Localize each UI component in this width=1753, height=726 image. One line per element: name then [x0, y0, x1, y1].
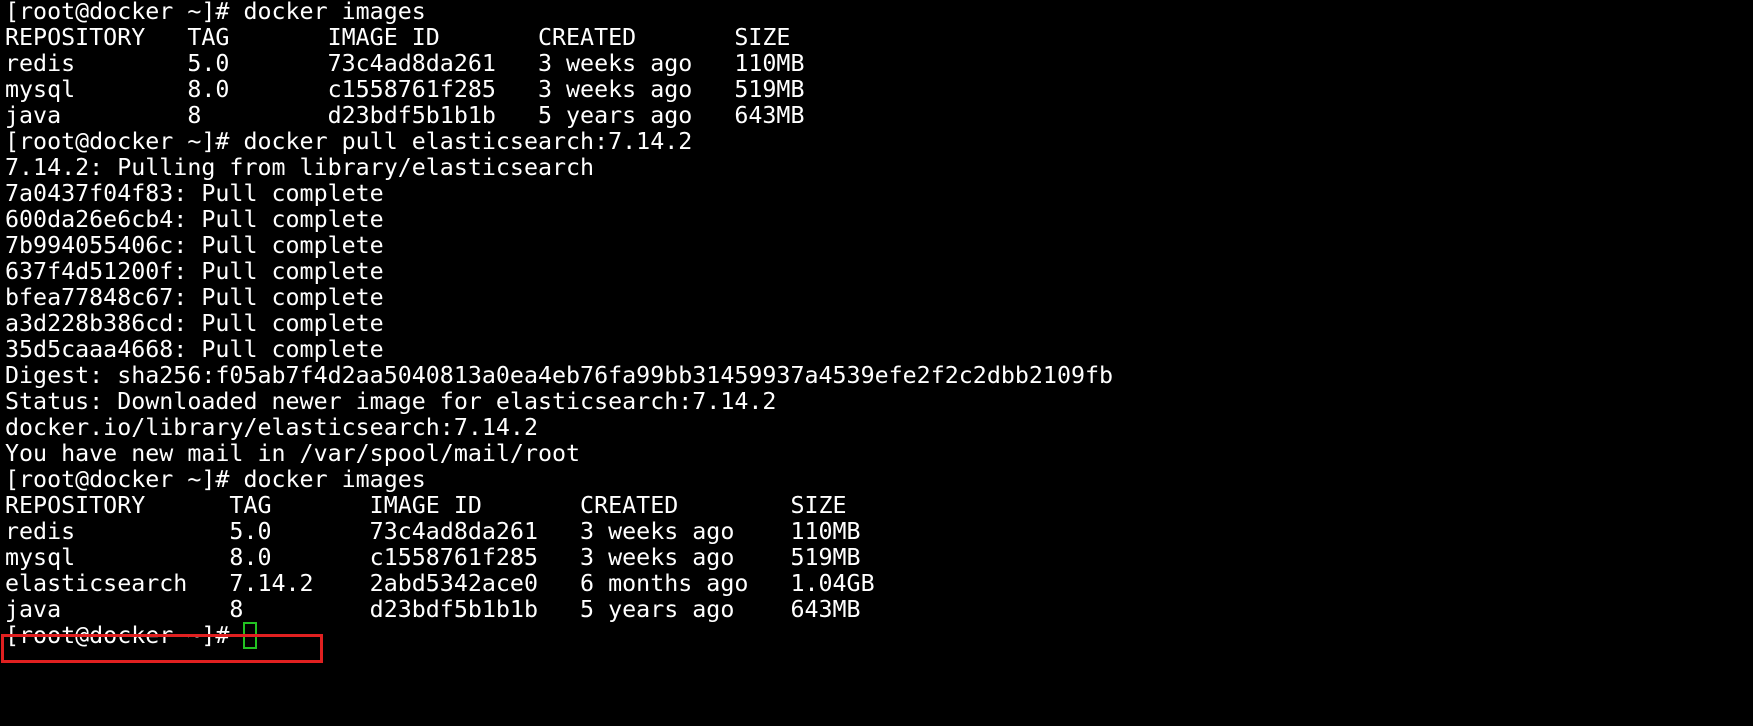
pull-progress-line: 7b994055406c: Pull complete	[5, 232, 384, 259]
table-row: java 8 d23bdf5b1b1b 5 years ago 643MB	[5, 102, 805, 129]
table-row: redis 5.0 73c4ad8da261 3 weeks ago 110MB	[5, 518, 861, 545]
output-line: [root@docker ~]# docker pull elasticsear…	[5, 128, 693, 155]
highlight-box	[1, 634, 323, 663]
pull-progress-line: 637f4d51200f: Pull complete	[5, 258, 384, 285]
output-line: [root@docker ~]# docker images	[5, 466, 426, 493]
table-row: redis 5.0 73c4ad8da261 3 weeks ago 110MB	[5, 50, 805, 77]
output-line: docker.io/library/elasticsearch:7.14.2	[5, 414, 538, 441]
table-header: REPOSITORY TAG IMAGE ID CREATED SIZE	[5, 492, 847, 519]
table-header: REPOSITORY TAG IMAGE ID CREATED SIZE	[5, 24, 791, 51]
table-row: java 8 d23bdf5b1b1b 5 years ago 643MB	[5, 596, 861, 623]
status-line: Status: Downloaded newer image for elast…	[5, 388, 777, 415]
pull-progress-line: a3d228b386cd: Pull complete	[5, 310, 384, 337]
output-line: 7.14.2: Pulling from library/elasticsear…	[5, 154, 595, 181]
table-row: mysql 8.0 c1558761f285 3 weeks ago 519MB	[5, 544, 861, 571]
digest-line: Digest: sha256:f05ab7f4d2aa5040813a0ea4e…	[5, 362, 1114, 389]
mail-notice: You have new mail in /var/spool/mail/roo…	[5, 440, 581, 467]
pull-progress-line: bfea77848c67: Pull complete	[5, 284, 384, 311]
table-row: mysql 8.0 c1558761f285 3 weeks ago 519MB	[5, 76, 805, 103]
pull-progress-line: 600da26e6cb4: Pull complete	[5, 206, 384, 233]
pull-progress-line: 35d5caaa4668: Pull complete	[5, 336, 384, 363]
terminal-window[interactable]: [root@docker ~]# docker images REPOSITOR…	[0, 0, 1753, 726]
table-row-highlighted: elasticsearch 7.14.2 2abd5342ace0 6 mont…	[5, 570, 875, 597]
pull-progress-line: 7a0437f04f83: Pull complete	[5, 180, 384, 207]
